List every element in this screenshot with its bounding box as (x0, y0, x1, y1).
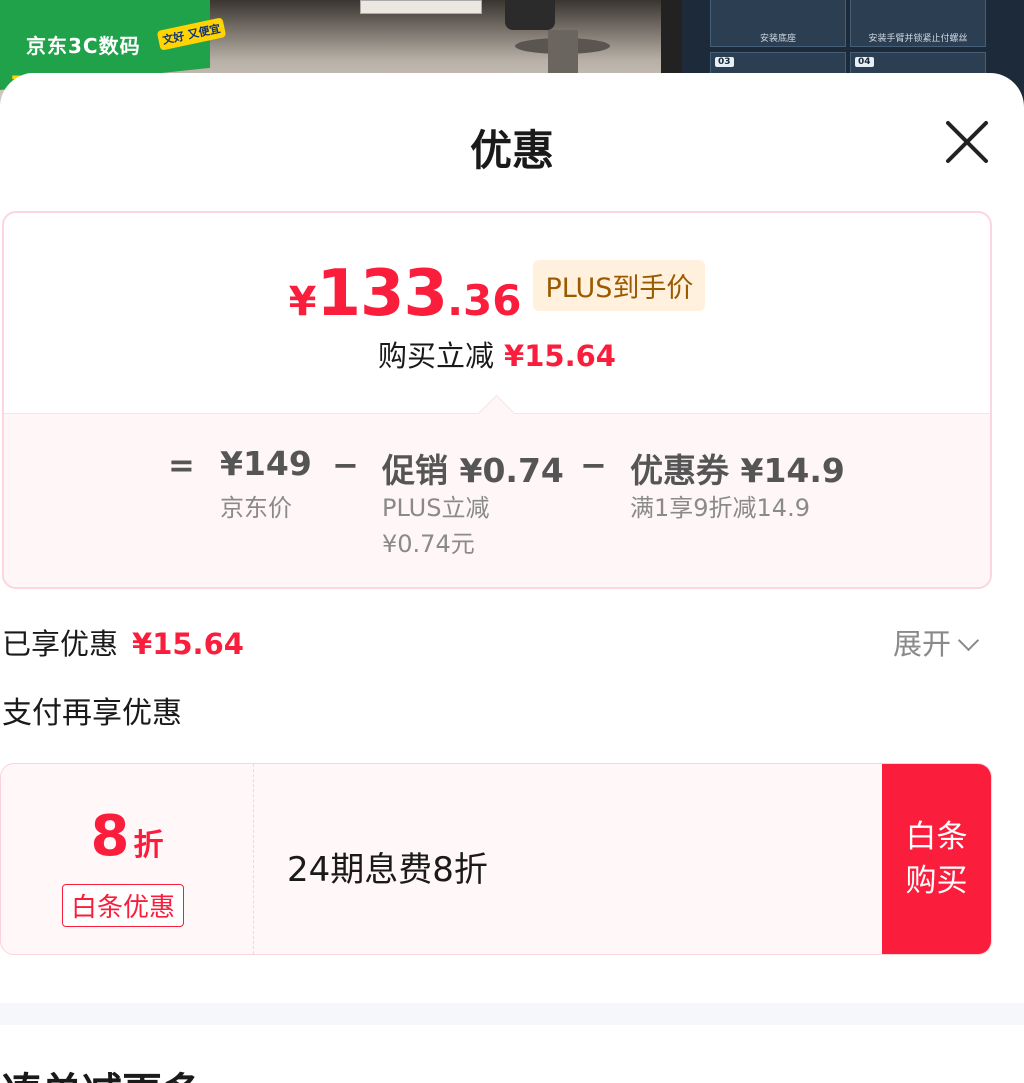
enjoyed-value: ¥15.64 (132, 627, 244, 661)
discount-unit: 折 (133, 828, 164, 863)
step-number: 04 (855, 57, 874, 67)
baitiao-coupon[interactable]: 8折 白条优惠 24期息费8折 白条 购买 (0, 763, 992, 955)
section-divider (0, 1003, 1024, 1025)
plus-price-tag: PLUS到手价 (533, 260, 706, 311)
coupon-value: 优惠券 ¥14.9 (630, 451, 845, 490)
expand-label: 展开 (893, 627, 952, 661)
equals-sign: = (168, 446, 195, 484)
buy-button-line1: 白条 (905, 819, 968, 855)
step-number: 03 (715, 57, 734, 67)
discount-value: 8折 (1, 804, 253, 869)
expand-button[interactable]: 展开 (893, 621, 980, 663)
jd-price-value: ¥149 (220, 444, 312, 483)
chevron-down-icon (957, 629, 980, 652)
step-thumb: 安装手臂并锁紧止付螺丝 (850, 0, 986, 47)
discount-number: 8 (90, 804, 130, 869)
reduction-label: 购买立减 (378, 339, 495, 373)
promotion-value: 促销 ¥0.74 (382, 451, 564, 490)
promotion-detail-line1: PLUS立减 (382, 494, 490, 522)
price-currency: ¥ (288, 279, 317, 325)
final-price: ¥133.36 PLUS到手价 (4, 257, 990, 331)
pay-more-heading: 支付再享优惠 (2, 696, 182, 731)
coupon-description: 24期息费8折 (287, 850, 488, 890)
enjoyed-label: 已享优惠 (2, 627, 119, 661)
step-caption: 安装底座 (759, 34, 796, 44)
price-decimal: .36 (447, 276, 522, 325)
enjoyed-discount: 已享优惠 ¥15.64 (2, 621, 244, 663)
price-card: ¥133.36 PLUS到手价 购买立减 ¥15.64 = ¥149 京东价 − 促… (2, 211, 992, 589)
sheet-title: 优惠 (469, 126, 554, 175)
buy-button-line2: 购买 (905, 863, 968, 899)
promo-text: 京东3C数码 (26, 34, 141, 58)
discount-sheet: 优惠 ¥133.36 PLUS到手价 购买立减 ¥15.64 = ¥149 京东价 … (0, 73, 1024, 1083)
photo-arm (505, 0, 555, 30)
step-caption: 安装手臂并锁紧止付螺丝 (868, 34, 968, 44)
promotion-detail: PLUS立减 ¥0.74元 (382, 490, 489, 562)
close-icon[interactable] (944, 119, 990, 165)
purchase-reduction: 购买立减 ¥15.64 (4, 333, 990, 375)
photo-shelf (360, 0, 482, 14)
baitiao-tag: 白条优惠 (62, 884, 185, 927)
minus-sign: − (332, 446, 359, 484)
reduction-value: ¥15.64 (504, 339, 616, 373)
price-breakdown: = ¥149 京东价 − 促销 ¥0.74 PLUS立减 ¥0.74元 − 优惠… (4, 394, 990, 587)
jd-price-label: 京东价 (220, 494, 292, 522)
breakdown-caret (478, 394, 515, 431)
baitiao-buy-button[interactable]: 白条 购买 (882, 764, 991, 954)
minus-sign: − (580, 446, 607, 484)
coupon-detail: 满1享9折减14.9 (630, 494, 810, 522)
price-integer: 133 (316, 257, 448, 331)
coupon-discount-panel: 8折 白条优惠 (1, 764, 254, 954)
promotion-detail-line2: ¥0.74元 (382, 530, 475, 558)
step-thumb: 安装底座 (710, 0, 846, 47)
next-section-title: 凑单减更多 (2, 1060, 202, 1083)
